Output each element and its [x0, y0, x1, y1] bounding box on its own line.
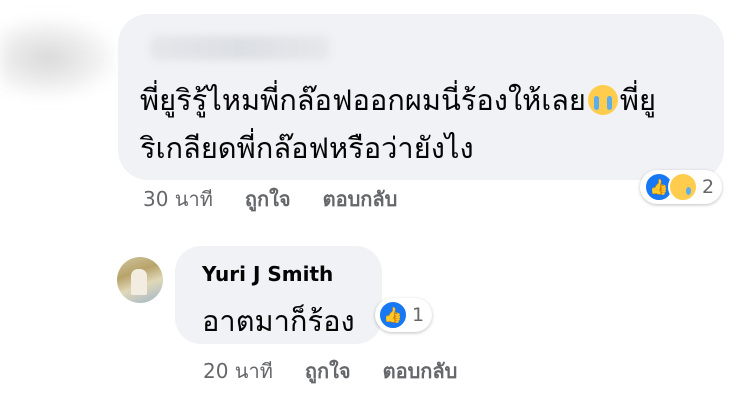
commenter-name-blurred[interactable]	[150, 36, 330, 60]
comment-text-line2: ริเกลียดพี่กล๊อฟหรือว่ายังไง	[140, 131, 474, 165]
reply-like-button[interactable]: ถูกใจ	[305, 355, 351, 387]
reply-text: อาตมาก็ร้อง	[202, 304, 355, 338]
comment-thread: พี่ยูริรู้ไหมพี่กล๊อฟออกผมนี่ร้องให้เลย พ…	[0, 0, 749, 399]
comment-text-line1-tail: พี่ยู	[619, 83, 657, 117]
reply-reaction-count: 1	[412, 304, 425, 326]
reply-author-name[interactable]: Yuri J Smith	[202, 262, 333, 286]
reply-avatar[interactable]	[117, 257, 163, 303]
comment-reactions[interactable]: 👍 2	[640, 170, 723, 204]
comment-meta: 30 นาที ถูกใจ ตอบกลับ	[143, 183, 397, 215]
comment-text: พี่ยูริรู้ไหมพี่กล๊อฟออกผมนี่ร้องให้เลย พ…	[140, 76, 710, 172]
comment-timestamp[interactable]: 30 นาที	[143, 183, 213, 215]
sad-reaction-icon	[668, 172, 698, 202]
avatar-figure	[131, 269, 147, 295]
like-reaction-icon: 👍	[378, 300, 408, 330]
reply-meta: 20 นาที ถูกใจ ตอบกลับ	[203, 355, 457, 387]
comment-text-line1: พี่ยูริรู้ไหมพี่กล๊อฟออกผมนี่ร้องให้เลย	[140, 83, 586, 117]
reply-timestamp[interactable]: 20 นาที	[203, 355, 273, 387]
comment-reaction-count: 2	[702, 176, 715, 198]
comment-like-button[interactable]: ถูกใจ	[245, 183, 291, 215]
reply-reactions[interactable]: 👍 1	[375, 298, 433, 332]
commenter-avatar-blurred[interactable]	[0, 18, 118, 98]
comment-reply-button[interactable]: ตอบกลับ	[323, 183, 398, 215]
reply-reply-button[interactable]: ตอบกลับ	[383, 355, 458, 387]
crying-face-emoji-icon	[587, 85, 618, 115]
